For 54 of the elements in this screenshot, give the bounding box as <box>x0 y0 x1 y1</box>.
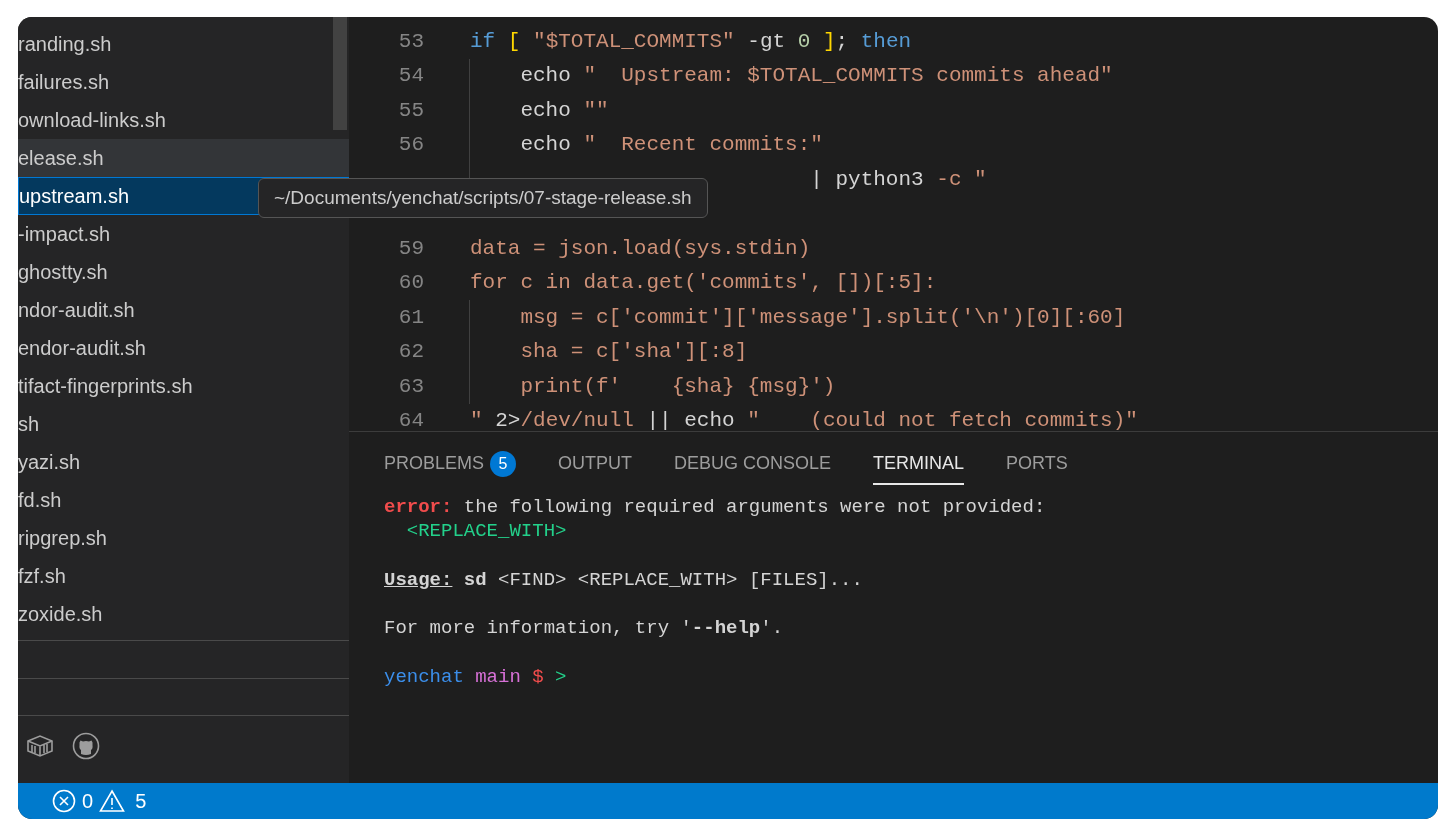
warning-icon[interactable] <box>99 789 126 813</box>
code-line: " 2>/dev/null || echo " (could not fetch commits)" <box>469 408 1138 431</box>
file-item[interactable]: endor-audit.sh <box>18 329 349 367</box>
code-line: echo "" <box>469 93 609 128</box>
file-item[interactable]: sh <box>18 405 349 443</box>
file-item[interactable]: ndor-audit.sh <box>18 291 349 329</box>
container-icon[interactable] <box>26 733 54 759</box>
file-item[interactable]: elease.sh <box>18 139 349 177</box>
line-number: 54 <box>397 63 424 89</box>
line-number: 60 <box>397 270 424 296</box>
code-line: print(f' {sha} {msg}') <box>469 369 836 404</box>
error-count: 0 <box>82 789 94 814</box>
panel-tab[interactable]: TERMINAL <box>873 443 965 485</box>
file-item[interactable]: -impact.sh <box>18 215 349 253</box>
terminal-line: yenchat main $ > <box>384 666 567 689</box>
github-icon[interactable] <box>72 732 100 760</box>
file-item[interactable]: ghostty.sh <box>18 253 349 291</box>
terminal-line: For more information, try '--help'. <box>384 617 784 640</box>
code-line: for c in data.get('commits', [])[:5]: <box>469 270 937 296</box>
line-number: 64 <box>397 408 424 431</box>
tooltip: ~/Documents/yenchat/scripts/07-stage-release.sh <box>258 178 708 218</box>
panel-tab[interactable]: OUTPUT <box>558 443 633 485</box>
file-item[interactable]: randing.sh <box>18 25 349 63</box>
line-number: 55 <box>397 97 424 124</box>
sidebar-scrollbar[interactable] <box>333 17 347 130</box>
file-item[interactable]: yazi.sh <box>18 443 349 481</box>
line-number: 63 <box>397 373 424 400</box>
terminal-line: error: the following required arguments were not provided: <box>384 496 1046 518</box>
code-line: echo " Recent commits:" <box>469 127 823 162</box>
line-number: 59 <box>397 235 424 262</box>
file-item[interactable]: fzf.sh <box>18 557 349 595</box>
code-line: if [ "$TOTAL_COMMITS" -gt 0 ]; then <box>469 28 912 55</box>
file-item[interactable]: ripgrep.sh <box>18 519 349 557</box>
panel-tab[interactable]: PORTS <box>1006 443 1068 485</box>
file-item[interactable]: ownload-links.sh <box>18 101 349 139</box>
terminal-line: <REPLACE_WITH> <box>405 520 567 543</box>
line-number: 53 <box>397 28 424 55</box>
code-line: sha = c['sha'][:8] <box>469 334 748 369</box>
file-item[interactable]: fd.sh <box>18 481 349 519</box>
file-item[interactable]: zoxide.sh <box>18 595 349 633</box>
panel-tab[interactable]: PROBLEMS <box>384 443 485 485</box>
line-number: 62 <box>397 339 424 365</box>
line-number: 56 <box>397 132 424 158</box>
code-line: echo " Upstream: $TOTAL_COMMITS commits ahead" <box>469 58 1113 93</box>
terminal-line: Usage: sd <FIND> <REPLACE_WITH> [FILES]... <box>384 568 863 591</box>
code-line: data = json.load(sys.stdin) <box>469 235 811 262</box>
count-badge: 5 <box>490 451 517 477</box>
file-item[interactable]: failures.sh <box>18 63 349 101</box>
warning-count: 5 <box>135 789 147 814</box>
file-item[interactable]: tifact-fingerprints.sh <box>18 367 349 405</box>
line-number: 61 <box>397 304 424 331</box>
error-icon[interactable] <box>52 789 76 813</box>
code-line: msg = c['commit']['message'].split('\n')[0][:60] <box>469 300 1126 335</box>
panel-tab[interactable]: DEBUG CONSOLE <box>674 443 832 485</box>
